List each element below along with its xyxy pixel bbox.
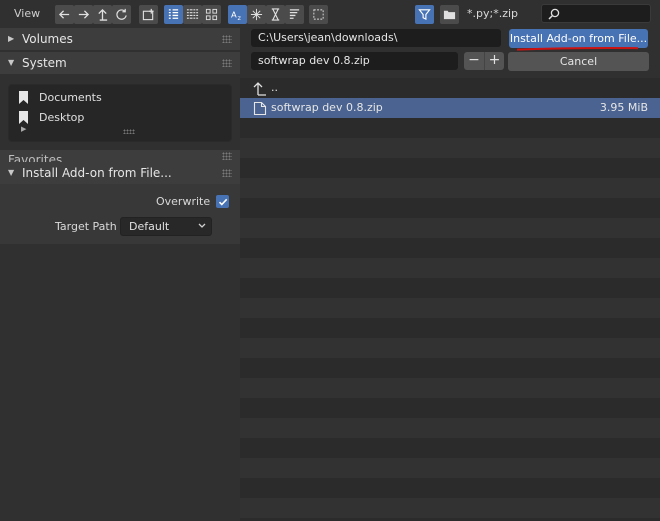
- list-item-file[interactable]: softwrap dev 0.8.zip 3.95 MiB: [240, 98, 660, 118]
- overwrite-checkbox[interactable]: [216, 195, 229, 208]
- parent-directory-icon[interactable]: [93, 5, 112, 24]
- favorites-panel-title: Favorites: [8, 153, 63, 162]
- target-path-label: Target Path: [55, 220, 117, 233]
- resize-grip-icon[interactable]: [123, 129, 135, 134]
- filter-glob-field[interactable]: *.py;*.zip: [467, 7, 518, 20]
- expanded-arrow-icon: ▼: [8, 168, 15, 177]
- sort-size-icon[interactable]: [285, 5, 304, 24]
- folder-filter-icon[interactable]: [440, 5, 459, 24]
- sidebar: ▶ Volumes ▼ System Documents Desktop ▶ F…: [0, 28, 240, 521]
- filename-value: softwrap dev 0.8.zip: [258, 54, 370, 67]
- arrow-left-icon[interactable]: [55, 5, 74, 24]
- decrement-filename-button[interactable]: −: [464, 52, 484, 70]
- install-addon-button[interactable]: Install Add-on from File...: [509, 29, 648, 48]
- svg-text:z: z: [238, 14, 242, 21]
- file-name: ..: [271, 81, 278, 94]
- target-path-select[interactable]: Default: [120, 217, 212, 236]
- view-menu[interactable]: View: [14, 7, 40, 20]
- display-thumbnails-icon[interactable]: [202, 5, 221, 24]
- drag-grip-icon[interactable]: [222, 35, 232, 43]
- checkmark-icon: [218, 198, 227, 206]
- file-browser-main: C:\Users\jean\downloads\ Install Add-on …: [240, 28, 660, 521]
- list-item-parent[interactable]: ..: [240, 78, 660, 98]
- drag-grip-icon[interactable]: [222, 152, 232, 160]
- system-panel-title: System: [22, 56, 67, 70]
- arrow-right-icon[interactable]: [74, 5, 93, 24]
- hidden-files-icon[interactable]: [309, 5, 328, 24]
- svg-text:A: A: [231, 9, 237, 19]
- annotation-underline: [516, 47, 639, 51]
- directory-path-value: C:\Users\jean\downloads\: [258, 31, 398, 44]
- operator-panel-header[interactable]: ▼ Install Add-on from File...: [0, 162, 240, 184]
- filter-icon[interactable]: [415, 5, 434, 24]
- bookmark-label: Documents: [39, 91, 102, 104]
- new-folder-icon[interactable]: [139, 5, 158, 24]
- display-vertical-list-icon[interactable]: [164, 5, 183, 24]
- system-bookmarks-list: Documents Desktop ▶: [8, 84, 232, 142]
- sort-extension-icon[interactable]: [247, 5, 266, 24]
- drag-grip-icon[interactable]: [222, 59, 232, 67]
- collapsed-arrow-icon: ▶: [8, 34, 15, 43]
- bookmark-icon: [19, 91, 28, 104]
- bookmark-label: Desktop: [39, 111, 85, 124]
- expand-list-icon[interactable]: ▶: [21, 125, 26, 133]
- operator-panel-body: Overwrite Target Path Default: [0, 184, 240, 244]
- volumes-panel-title: Volumes: [22, 32, 73, 46]
- file-list: .. softwrap dev 0.8.zip 3.95 MiB: [240, 78, 660, 521]
- file-name: softwrap dev 0.8.zip: [271, 101, 383, 114]
- operator-panel-title: Install Add-on from File...: [22, 166, 172, 180]
- chevron-down-icon: [198, 223, 206, 228]
- file-browser-header: View Az *.py;*.zip: [0, 0, 660, 28]
- refresh-icon[interactable]: [112, 5, 131, 24]
- sort-time-icon[interactable]: [266, 5, 285, 24]
- filename-field[interactable]: softwrap dev 0.8.zip: [251, 52, 458, 70]
- bookmark-item-documents[interactable]: Documents: [19, 89, 219, 107]
- bookmark-icon: [19, 111, 28, 124]
- increment-filename-button[interactable]: +: [484, 52, 504, 70]
- bookmark-item-desktop[interactable]: Desktop: [19, 109, 219, 127]
- volumes-panel-header[interactable]: ▶ Volumes: [0, 28, 240, 50]
- drag-grip-icon[interactable]: [222, 169, 232, 177]
- sort-alpha-icon[interactable]: Az: [228, 5, 247, 24]
- parent-folder-icon: [253, 82, 266, 96]
- cancel-button[interactable]: Cancel: [508, 52, 649, 71]
- directory-path-field[interactable]: C:\Users\jean\downloads\: [251, 29, 501, 47]
- search-input[interactable]: [541, 4, 651, 23]
- expanded-arrow-icon: ▼: [8, 58, 15, 67]
- system-panel-header[interactable]: ▼ System: [0, 52, 240, 74]
- target-path-value: Default: [129, 220, 170, 233]
- overwrite-label: Overwrite: [156, 195, 211, 208]
- file-size: 3.95 MiB: [599, 101, 648, 114]
- search-icon: [548, 8, 560, 20]
- favorites-panel-header[interactable]: Favorites: [0, 150, 240, 162]
- display-horizontal-list-icon[interactable]: [183, 5, 202, 24]
- file-icon: [253, 101, 267, 116]
